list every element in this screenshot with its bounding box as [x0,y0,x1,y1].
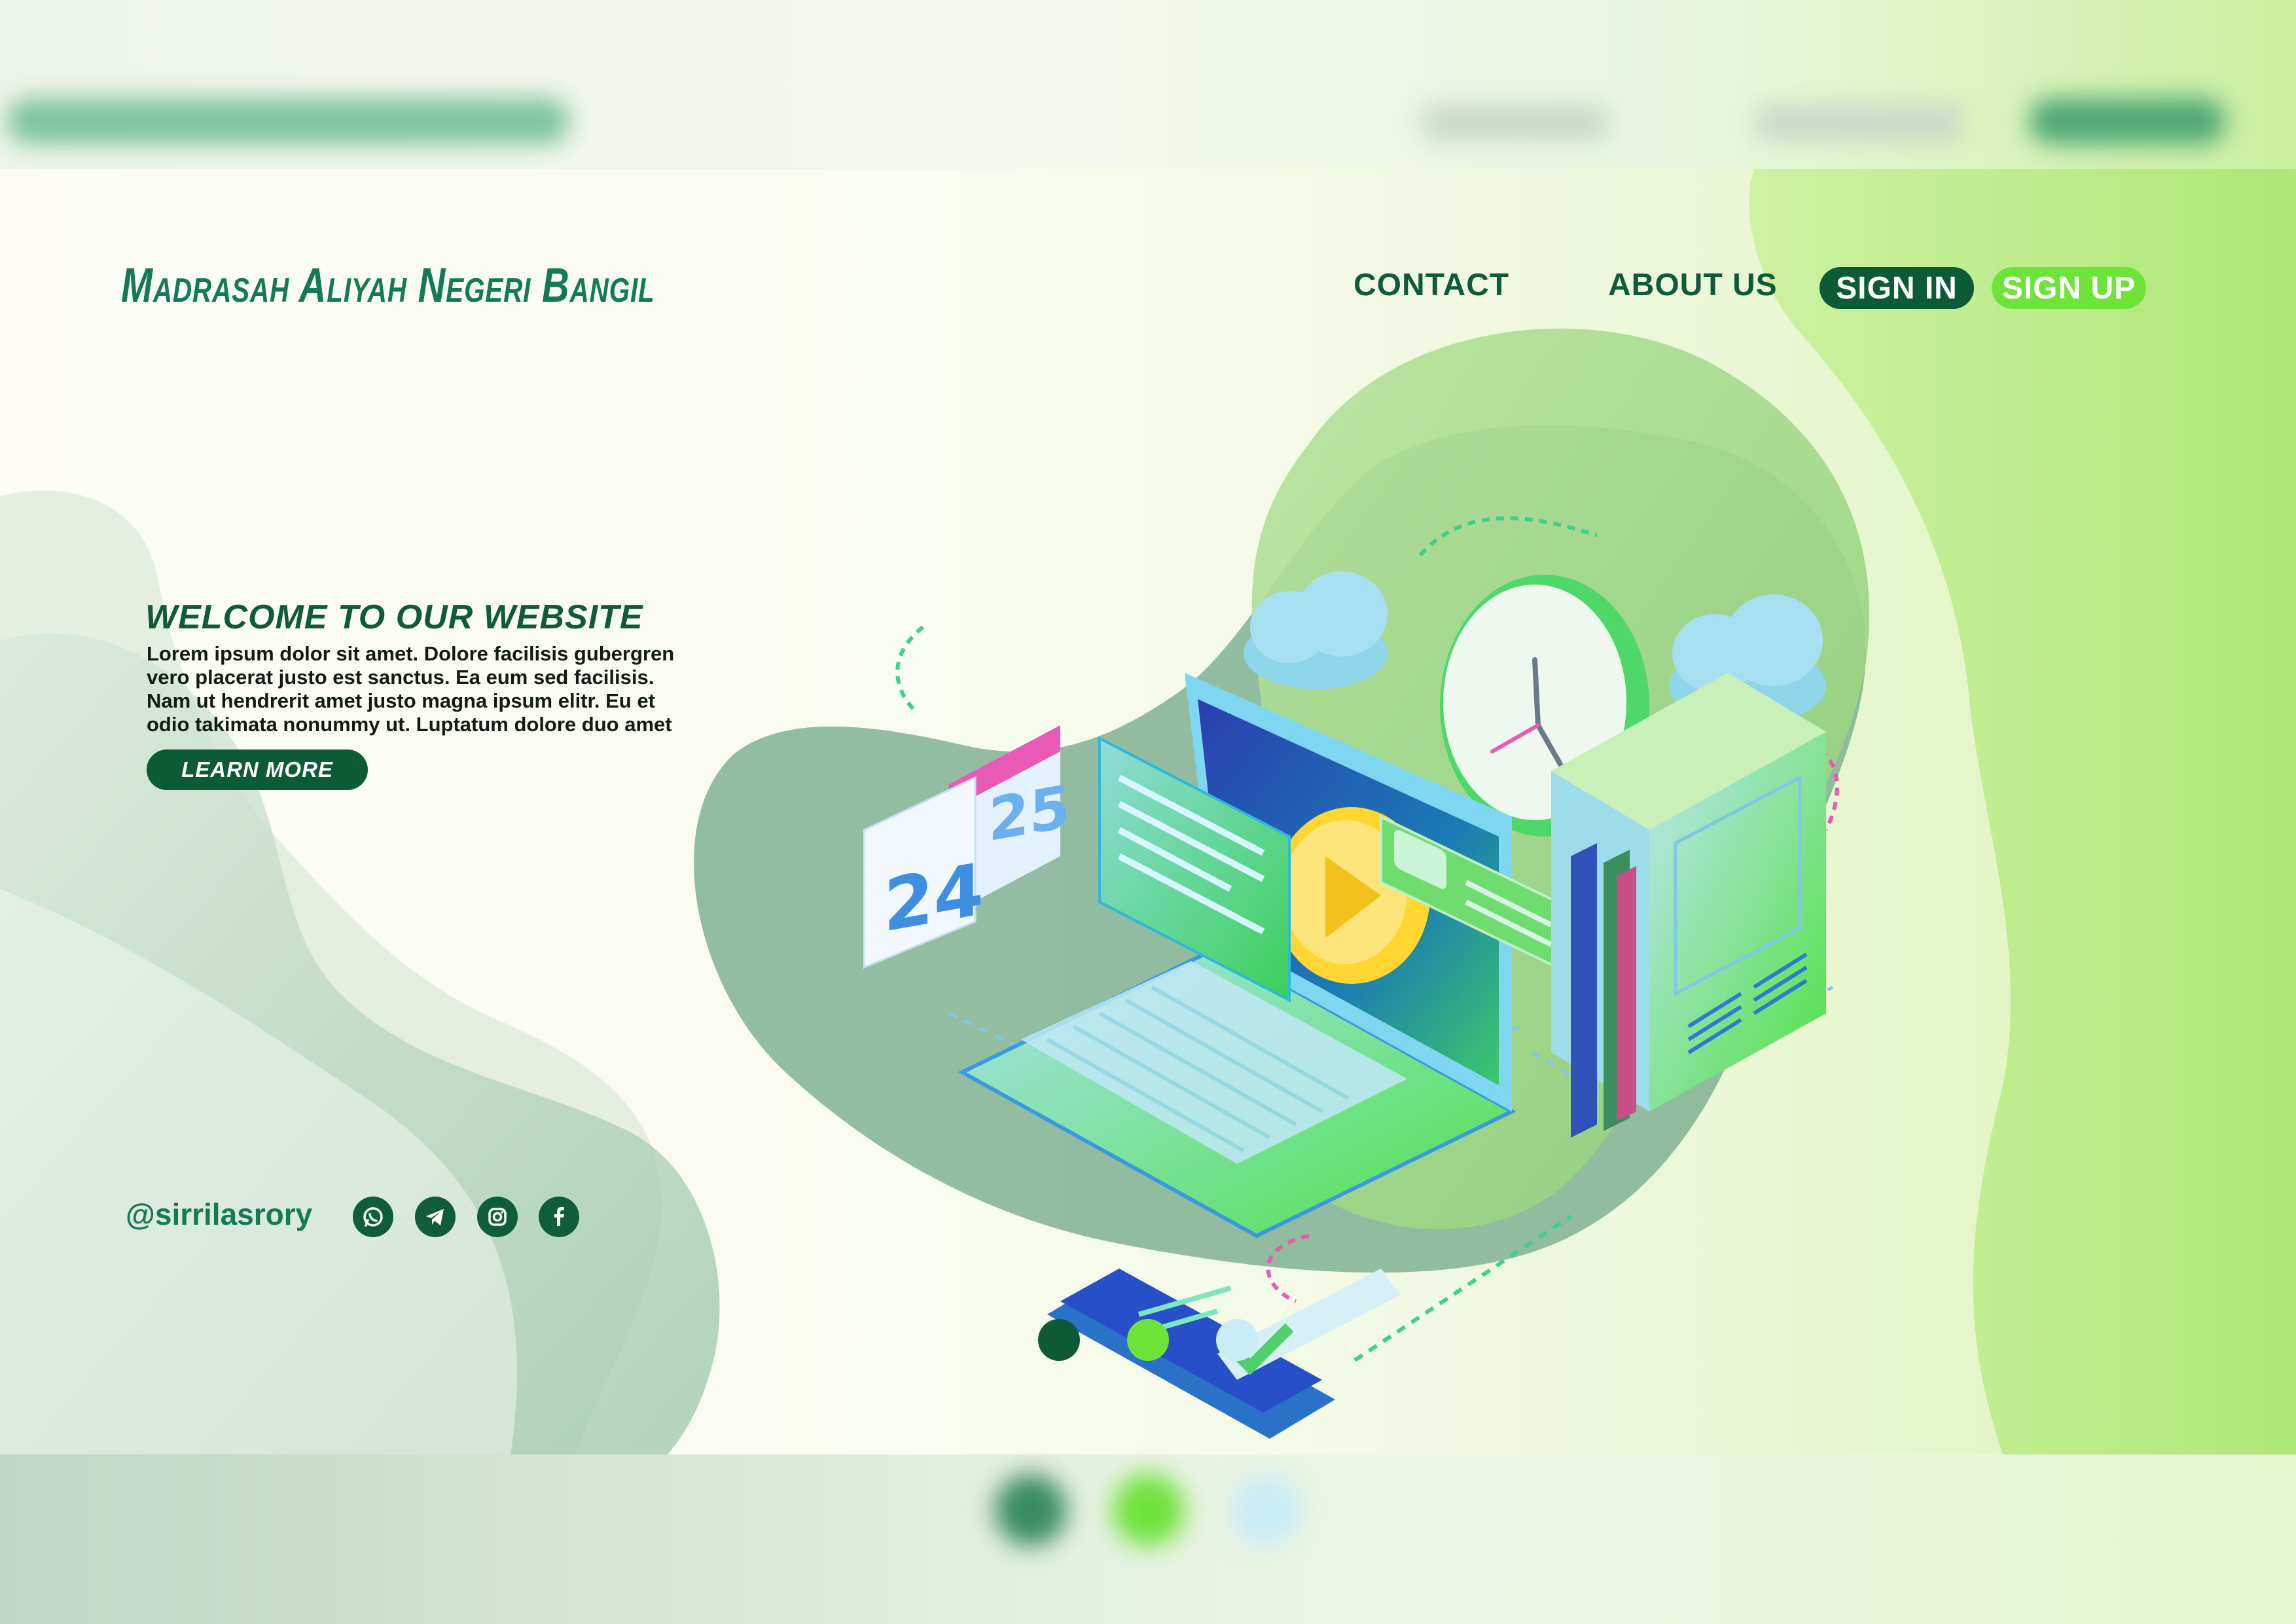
calendar-icon: 24 25 [863,725,1070,969]
clock-arrow [1418,516,1598,556]
books-icon [1571,843,1636,1138]
social-handle[interactable]: @sirrilasrory [126,1197,312,1232]
pink-arrow [1266,1234,1310,1303]
sign-in-button[interactable]: SIGN IN [1820,267,1974,309]
landing-page: Madrasah Aliyah Negeri Bangil CONTACT AB… [0,169,2296,1454]
hero-title: WELCOME TO OUR WEBSITE [145,598,643,636]
carousel-dot-3[interactable] [1216,1319,1258,1361]
blurred-header-strip [0,0,2296,169]
calendar-day-front: 24 [884,848,984,949]
nav-about-us[interactable]: ABOUT US [1608,267,1778,303]
calendar-arrow [895,625,924,714]
blurred-footer-strip [0,1454,2296,1624]
facebook-icon[interactable] [539,1197,579,1237]
e-learning-illustration: 24 25 [863,516,1839,1439]
site-logo[interactable]: Madrasah Aliyah Negeri Bangil [121,257,655,313]
blurred-dot-3 [1230,1474,1302,1546]
blurred-logo [7,98,569,144]
blurred-nav-contact [1420,105,1610,141]
blurred-sign-in [2029,98,2225,144]
learn-more-button[interactable]: LEARN MORE [147,749,368,790]
sign-up-button[interactable]: SIGN UP [1992,267,2146,309]
whatsapp-icon[interactable] [353,1197,393,1237]
blurred-dot-2 [1113,1474,1185,1546]
instagram-icon[interactable] [477,1197,518,1237]
cloud-icon-left [1244,571,1388,689]
blurred-dot-1 [995,1474,1067,1546]
carousel-dot-1[interactable] [1038,1319,1080,1361]
nav-contact[interactable]: CONTACT [1354,267,1509,303]
hero-description: Lorem ipsum dolor sit amet. Dolore facil… [147,642,675,736]
telegram-icon[interactable] [415,1197,456,1237]
blurred-nav-about [1754,105,1964,141]
carousel-dot-2[interactable] [1127,1319,1169,1361]
calendar-day-back: 25 [988,772,1070,855]
